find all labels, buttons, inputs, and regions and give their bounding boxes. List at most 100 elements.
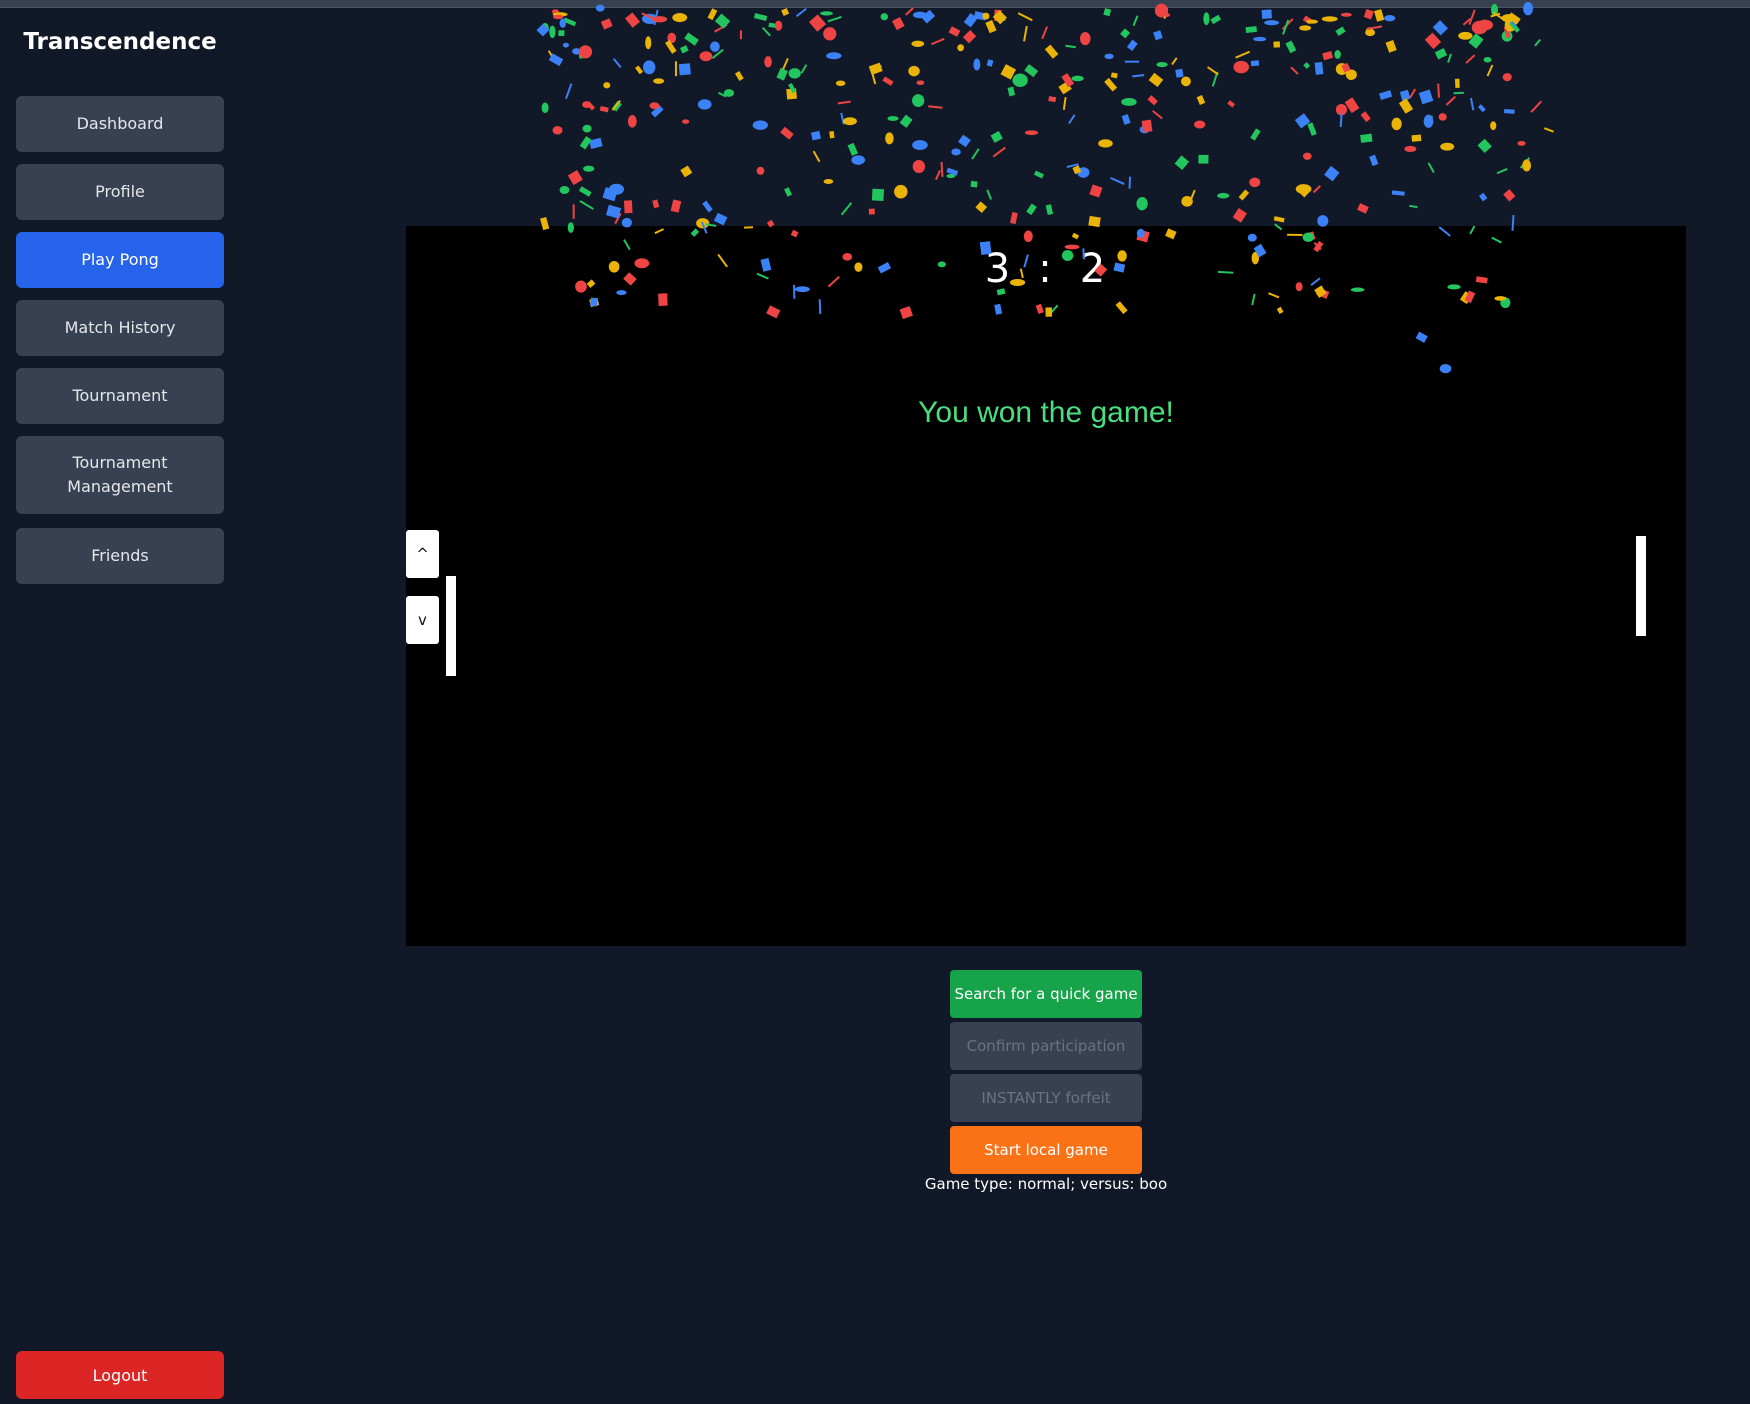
sidebar-item-tournament[interactable]: Tournament xyxy=(16,368,224,424)
confetti-piece xyxy=(1203,12,1210,26)
confetti-piece xyxy=(645,36,652,50)
confetti-piece xyxy=(707,8,718,21)
confetti-piece xyxy=(1058,81,1072,95)
confetti-piece xyxy=(1299,25,1312,31)
confetti-piece xyxy=(871,188,885,201)
confetti-piece xyxy=(1298,186,1310,198)
confetti-piece xyxy=(586,101,596,111)
confetti-piece xyxy=(946,173,956,179)
sidebar-item-tournament-management[interactable]: Tournament Management xyxy=(16,436,224,514)
confetti-piece xyxy=(1357,203,1369,214)
confetti-piece xyxy=(1033,170,1044,179)
confetti-piece xyxy=(1045,204,1054,216)
confetti-piece xyxy=(1163,7,1168,19)
confetti-piece xyxy=(1469,97,1475,111)
confetti-piece xyxy=(1453,91,1464,95)
confetti-piece xyxy=(602,187,618,202)
confetti-piece xyxy=(946,167,959,176)
confetti-piece xyxy=(990,130,1003,143)
sidebar-item-match-history[interactable]: Match History xyxy=(16,300,224,356)
sidebar-item-dashboard[interactable]: Dashboard xyxy=(16,96,224,152)
confetti-piece xyxy=(1399,89,1411,101)
sidebar-item-profile[interactable]: Profile xyxy=(16,164,224,220)
confetti-piece xyxy=(614,212,622,225)
sidebar-item-friends[interactable]: Friends xyxy=(16,528,224,584)
confetti-piece xyxy=(1066,163,1079,169)
sidebar-item-label: Tournament Management xyxy=(67,453,173,496)
confetti-piece xyxy=(702,200,713,213)
confetti-piece xyxy=(665,40,677,54)
confetti-piece xyxy=(1227,100,1235,108)
confetti-piece xyxy=(970,180,978,188)
confetti-piece xyxy=(1409,88,1417,99)
confetti-piece xyxy=(653,78,665,84)
confetti-piece xyxy=(1110,176,1125,185)
confetti-piece xyxy=(829,130,835,139)
confetti-piece xyxy=(1012,73,1028,88)
confetti-piece xyxy=(1077,167,1090,178)
confetti-piece xyxy=(1023,25,1028,42)
pong-canvas[interactable]: 3:2 You won the game! ^ v xyxy=(406,226,1686,946)
confetti-piece xyxy=(1360,111,1371,123)
confetti-piece xyxy=(1507,17,1517,27)
confetti-piece xyxy=(934,169,941,181)
confetti-piece xyxy=(1079,32,1091,46)
confetti-piece xyxy=(1121,97,1137,106)
confetti-piece xyxy=(1132,15,1139,27)
app-title: Transcendence xyxy=(23,29,217,55)
confetti-piece xyxy=(847,142,859,156)
confetti-piece xyxy=(1174,155,1190,171)
confetti-piece xyxy=(1128,176,1132,189)
confetti-piece xyxy=(1303,62,1311,70)
confetti-piece xyxy=(1321,16,1338,22)
confetti-piece xyxy=(1000,64,1017,80)
confetti-piece xyxy=(820,11,833,16)
confetti-piece xyxy=(1120,28,1131,39)
confetti-piece xyxy=(1294,113,1311,129)
confetti-piece xyxy=(1024,64,1039,78)
confetti-piece xyxy=(1409,204,1418,209)
confetti-piece xyxy=(672,13,688,23)
confetti-piece xyxy=(1458,31,1473,40)
confetti-piece xyxy=(1477,138,1492,154)
confetti-piece xyxy=(880,13,889,21)
confetti-piece xyxy=(1302,15,1313,25)
confetti-piece xyxy=(826,52,842,60)
logout-button[interactable]: Logout xyxy=(16,1351,224,1399)
confetti-piece xyxy=(1141,119,1153,133)
confetti-piece xyxy=(1007,86,1016,97)
confetti-piece xyxy=(1365,27,1374,35)
confetti-piece xyxy=(1104,77,1118,92)
paddle-down-button[interactable]: v xyxy=(406,596,439,644)
confetti-piece xyxy=(579,136,592,150)
confetti-piece xyxy=(958,134,971,148)
confetti-piece xyxy=(840,112,845,125)
confetti-piece xyxy=(871,64,883,73)
confetti-piece xyxy=(1132,74,1145,78)
confetti-piece xyxy=(642,13,658,24)
sidebar-item-play-pong[interactable]: Play Pong xyxy=(16,232,224,288)
confetti-piece xyxy=(713,212,728,226)
confetti-piece xyxy=(1477,25,1485,33)
confetti-piece xyxy=(563,17,577,27)
confetti-piece xyxy=(1367,25,1383,30)
confetti-piece xyxy=(1282,19,1290,35)
confetti-piece xyxy=(697,99,712,110)
confetti-piece xyxy=(582,124,592,133)
confetti-piece xyxy=(982,12,990,20)
confetti-piece xyxy=(1432,20,1448,36)
confetti-piece xyxy=(684,32,699,46)
confetti-piece xyxy=(723,89,735,97)
confetti-piece xyxy=(840,202,853,216)
confetti-piece xyxy=(1312,185,1322,194)
search-quick-game-button[interactable]: Search for a quick game xyxy=(950,970,1142,1018)
confetti-piece xyxy=(565,83,573,100)
forfeit-button[interactable]: INSTANTLY forfeit xyxy=(950,1074,1142,1122)
confetti-piece xyxy=(1543,127,1554,133)
confetti-piece xyxy=(600,18,613,30)
confetti-piece xyxy=(1340,12,1352,17)
paddle-up-button[interactable]: ^ xyxy=(406,530,439,578)
confirm-participation-button[interactable]: Confirm participation xyxy=(950,1022,1142,1070)
start-local-game-button[interactable]: Start local game xyxy=(950,1126,1142,1174)
confetti-piece xyxy=(904,7,914,16)
